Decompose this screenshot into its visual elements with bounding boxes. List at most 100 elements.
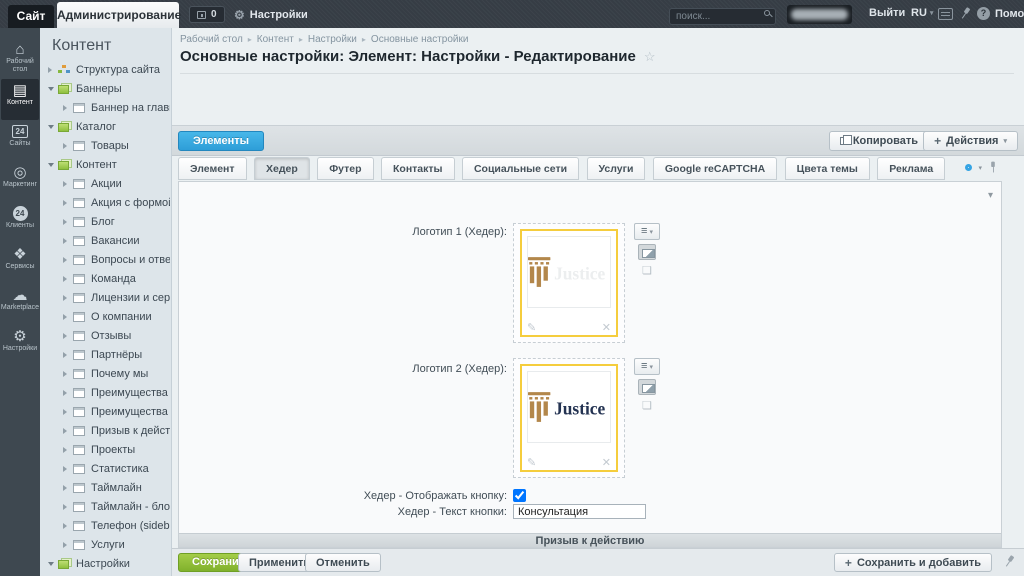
expand-arrow-icon[interactable] <box>48 84 58 94</box>
notifications-button[interactable]: 0 <box>189 6 225 23</box>
tree-item[interactable]: Таймлайн - блок <box>40 497 170 516</box>
form-tab[interactable]: Хедер <box>254 157 310 180</box>
expand-arrow-icon[interactable] <box>63 105 73 111</box>
tree-item[interactable]: Товары <box>40 136 170 155</box>
hotkeys-icon[interactable] <box>938 8 953 20</box>
logo1-menu-button[interactable] <box>634 223 660 240</box>
logo2-menu-button[interactable] <box>634 358 660 375</box>
form-tab[interactable]: Элемент <box>178 157 247 180</box>
tree-item[interactable]: Проекты <box>40 440 170 459</box>
form-tab[interactable]: Цвета темы <box>785 157 870 180</box>
expand-arrow-icon[interactable] <box>63 276 73 282</box>
tree-item[interactable]: Баннеры <box>40 79 170 98</box>
module-sidebar-item[interactable]: ▤ Контент <box>1 79 39 120</box>
form-tab[interactable]: Google reCAPTCHA <box>653 157 777 180</box>
chevron-down-icon[interactable] <box>978 164 982 172</box>
expand-arrow-icon[interactable] <box>48 67 58 73</box>
expand-arrow-icon[interactable] <box>63 542 73 548</box>
tree-item[interactable]: Структура сайта <box>40 60 170 79</box>
tree-item[interactable]: Контент <box>40 155 170 174</box>
tree-item[interactable]: Почему мы <box>40 364 170 383</box>
tree-item[interactable]: Лицензии и сертификаты <box>40 288 170 307</box>
module-sidebar-item[interactable]: 24 Сайты <box>1 120 39 161</box>
collapse-panel-icon[interactable] <box>988 190 993 201</box>
tree-item[interactable]: Баннер на главной <box>40 98 170 117</box>
tree-item[interactable]: Услуги <box>40 535 170 554</box>
save-and-add-button[interactable]: Сохранить и добавить <box>834 553 992 572</box>
form-settings-icon[interactable] <box>965 164 972 171</box>
module-sidebar-item[interactable]: ⚙ Настройки <box>1 325 39 366</box>
breadcrumb-link[interactable]: Рабочий стол <box>180 34 243 45</box>
form-tab[interactable]: Реклама <box>877 157 945 180</box>
user-profile[interactable] <box>787 5 852 24</box>
elements-button[interactable]: Элементы <box>178 131 264 151</box>
pin-form-icon[interactable] <box>989 162 998 174</box>
form-tab[interactable]: Футер <box>317 157 373 180</box>
tree-item[interactable]: О компании <box>40 307 170 326</box>
tree-item[interactable]: Вопросы и ответы <box>40 250 170 269</box>
expand-arrow-icon[interactable] <box>63 409 73 415</box>
expand-arrow-icon[interactable] <box>63 181 73 187</box>
language-selector[interactable]: RU <box>911 7 933 19</box>
show-button-checkbox[interactable] <box>513 489 526 502</box>
edit-image-icon[interactable] <box>527 456 536 469</box>
delete-image-icon[interactable] <box>602 321 611 334</box>
search-input[interactable] <box>669 8 776 25</box>
expand-arrow-icon[interactable] <box>63 447 73 453</box>
expand-arrow-icon[interactable] <box>48 122 58 132</box>
expand-arrow-icon[interactable] <box>63 390 73 396</box>
expand-arrow-icon[interactable] <box>63 485 73 491</box>
expand-arrow-icon[interactable] <box>63 238 73 244</box>
breadcrumb-link[interactable]: Контент <box>257 34 294 45</box>
tree-item[interactable]: Вакансии <box>40 231 170 250</box>
delete-image-icon[interactable] <box>602 456 611 469</box>
pin-footer-icon[interactable] <box>1001 553 1017 569</box>
module-sidebar-item[interactable]: ⌂ Рабочий стол <box>1 38 39 79</box>
logout-link[interactable]: Выйти <box>869 7 905 19</box>
tree-item[interactable]: Таймлайн <box>40 478 170 497</box>
logo1-file-icon[interactable] <box>642 264 660 277</box>
tree-item[interactable]: Команда <box>40 269 170 288</box>
copy-button[interactable]: Копировать <box>829 131 929 151</box>
module-sidebar-item[interactable]: ☁ Marketplace <box>1 284 39 325</box>
expand-arrow-icon[interactable] <box>63 428 73 434</box>
expand-arrow-icon[interactable] <box>63 352 73 358</box>
expand-arrow-icon[interactable] <box>48 160 58 170</box>
expand-arrow-icon[interactable] <box>63 200 73 206</box>
tree-item[interactable]: Преимущества под бан <box>40 402 170 421</box>
form-tab[interactable]: Социальные сети <box>462 157 579 180</box>
breadcrumb-link[interactable]: Основные настройки <box>371 34 469 45</box>
tree-item[interactable]: Партнёры <box>40 345 170 364</box>
expand-arrow-icon[interactable] <box>63 466 73 472</box>
module-sidebar-item[interactable]: ◎ Маркетинг <box>1 161 39 202</box>
search-icon[interactable] <box>764 10 770 16</box>
tree-item[interactable]: Настройки <box>40 554 170 573</box>
module-sidebar-item[interactable]: ❖ Сервисы <box>1 243 39 284</box>
actions-button[interactable]: Действия <box>923 131 1018 151</box>
expand-arrow-icon[interactable] <box>63 371 73 377</box>
logo2-file-icon[interactable] <box>642 399 660 412</box>
tree-item[interactable]: Телефон (sidebar) <box>40 516 170 535</box>
tree-item[interactable]: Преимущества <box>40 383 170 402</box>
form-tab[interactable]: Контакты <box>381 157 455 180</box>
form-tab[interactable]: Услуги <box>587 157 646 180</box>
edit-image-icon[interactable] <box>527 321 536 334</box>
tree-item[interactable]: Призыв к действию <box>40 421 170 440</box>
breadcrumb-link[interactable]: Настройки <box>308 34 357 45</box>
expand-arrow-icon[interactable] <box>63 219 73 225</box>
pin-icon[interactable] <box>957 5 973 21</box>
logo2-image-mode-button[interactable] <box>638 379 656 395</box>
tree-item[interactable]: Статистика <box>40 459 170 478</box>
logo1-image-mode-button[interactable] <box>638 244 656 260</box>
expand-arrow-icon[interactable] <box>48 559 58 569</box>
expand-arrow-icon[interactable] <box>63 143 73 149</box>
tree-item[interactable]: Акция с формой <box>40 193 170 212</box>
expand-arrow-icon[interactable] <box>63 314 73 320</box>
expand-arrow-icon[interactable] <box>63 257 73 263</box>
site-tab[interactable]: Сайт <box>8 5 54 28</box>
expand-arrow-icon[interactable] <box>63 333 73 339</box>
cancel-button[interactable]: Отменить <box>305 553 381 572</box>
tree-item[interactable]: Отзывы <box>40 326 170 345</box>
expand-arrow-icon[interactable] <box>63 504 73 510</box>
expand-arrow-icon[interactable] <box>63 523 73 529</box>
